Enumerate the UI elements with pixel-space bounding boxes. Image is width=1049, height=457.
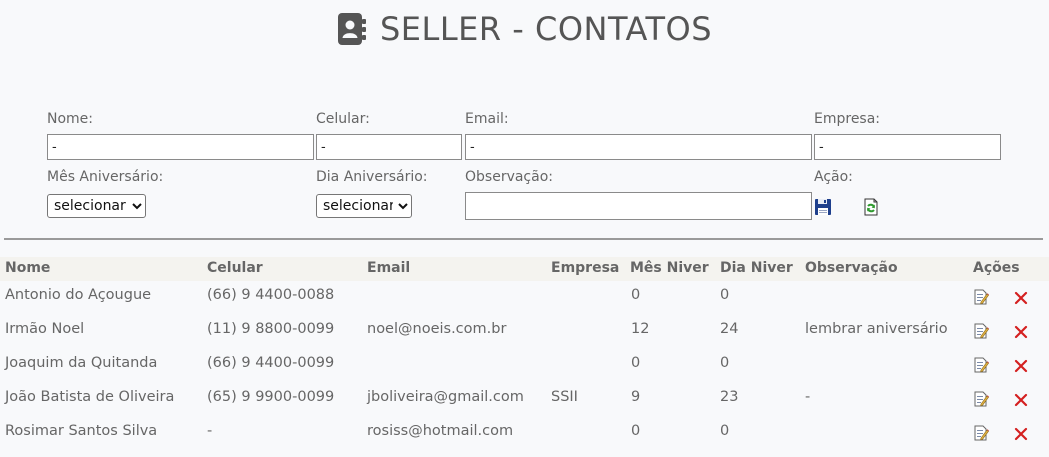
cell-dia: 0 bbox=[720, 355, 730, 371]
cell-empresa: SSII bbox=[551, 389, 578, 405]
page-title-text: SELLER - CONTATOS bbox=[379, 10, 712, 48]
contact-book-icon bbox=[337, 13, 367, 45]
cell-email: jboliveira@gmail.com bbox=[367, 389, 524, 405]
observacao-label: Observação: bbox=[465, 169, 553, 185]
cell-nome: Antonio do Açougue bbox=[5, 287, 152, 303]
observacao-input[interactable] bbox=[465, 192, 812, 220]
nome-input[interactable] bbox=[47, 134, 314, 160]
cell-celular: - bbox=[207, 423, 213, 439]
table-row: Irmão Noel (11) 9 8800-0099 noel@noeis.com… bbox=[0, 321, 1049, 355]
header-observacao: Observação bbox=[805, 260, 898, 276]
header-email: Email bbox=[367, 260, 411, 276]
floppy-save-icon[interactable] bbox=[814, 198, 832, 216]
header-celular: Celular bbox=[207, 260, 263, 276]
cell-mes: 0 bbox=[631, 423, 641, 439]
nome-label: Nome: bbox=[47, 111, 94, 127]
table-row: João Batista de Oliveira (65) 9 9900-0099… bbox=[0, 389, 1049, 423]
cell-obs: - bbox=[805, 389, 811, 405]
delete-x-icon[interactable] bbox=[1014, 290, 1028, 305]
cell-celular: (65) 9 9900-0099 bbox=[207, 389, 335, 405]
edit-note-icon[interactable] bbox=[973, 357, 989, 373]
acao-label: Ação: bbox=[814, 169, 853, 185]
header-acoes: Ações bbox=[973, 260, 1020, 276]
celular-input[interactable] bbox=[316, 134, 462, 160]
page-title: SELLER - CONTATOS bbox=[0, 10, 1049, 48]
cell-celular: (11) 9 8800-0099 bbox=[207, 321, 335, 337]
cell-email: noel@noeis.com.br bbox=[367, 321, 507, 337]
cell-nome: Joaquim da Quitanda bbox=[5, 355, 158, 371]
cell-email: rosiss@hotmail.com bbox=[367, 423, 514, 439]
empresa-input[interactable] bbox=[814, 134, 1001, 160]
table-row: Rosimar Santos Silva - rosiss@hotmail.com 0… bbox=[0, 423, 1049, 457]
cell-dia: 23 bbox=[720, 389, 739, 405]
header-empresa: Empresa bbox=[551, 260, 620, 276]
header-mes-niver: Mês Niver bbox=[630, 260, 709, 276]
empresa-label: Empresa: bbox=[814, 111, 881, 127]
delete-x-icon[interactable] bbox=[1014, 392, 1028, 407]
edit-note-icon[interactable] bbox=[973, 391, 989, 407]
dia-aniversario-select[interactable]: selecionar bbox=[316, 194, 412, 218]
cell-nome: Irmão Noel bbox=[5, 321, 85, 337]
cell-mes: 12 bbox=[631, 321, 650, 337]
cell-nome: João Batista de Oliveira bbox=[5, 389, 175, 405]
edit-note-icon[interactable] bbox=[973, 425, 989, 441]
celular-label: Celular: bbox=[316, 111, 370, 127]
mes-aniversario-select[interactable]: selecionar bbox=[47, 194, 146, 218]
cell-mes: 0 bbox=[631, 287, 641, 303]
delete-x-icon[interactable] bbox=[1014, 324, 1028, 339]
email-input[interactable] bbox=[465, 134, 812, 160]
header-nome: Nome bbox=[5, 260, 51, 276]
cell-celular: (66) 9 4400-0099 bbox=[207, 355, 335, 371]
mes-aniversario-label: Mês Aniversário: bbox=[47, 169, 164, 185]
edit-note-icon[interactable] bbox=[973, 289, 989, 305]
cell-dia: 0 bbox=[720, 287, 730, 303]
cell-mes: 9 bbox=[631, 389, 641, 405]
edit-note-icon[interactable] bbox=[973, 323, 989, 339]
refresh-icon[interactable] bbox=[862, 198, 880, 216]
header-dia-niver: Dia Niver bbox=[720, 260, 793, 276]
cell-celular: (66) 9 4400-0088 bbox=[207, 287, 335, 303]
delete-x-icon[interactable] bbox=[1014, 426, 1028, 441]
section-divider bbox=[4, 238, 1043, 240]
cell-dia: 24 bbox=[720, 321, 739, 337]
cell-mes: 0 bbox=[631, 355, 641, 371]
cell-obs: lembrar aniversário bbox=[805, 321, 948, 337]
email-label: Email: bbox=[465, 111, 509, 127]
table-row: Joaquim da Quitanda (66) 9 4400-0099 0 0 bbox=[0, 355, 1049, 389]
dia-aniversario-label: Dia Aniversário: bbox=[316, 169, 428, 185]
delete-x-icon[interactable] bbox=[1014, 358, 1028, 373]
cell-nome: Rosimar Santos Silva bbox=[5, 423, 158, 439]
cell-dia: 0 bbox=[720, 423, 730, 439]
table-row: Antonio do Açougue (66) 9 4400-0088 0 0 bbox=[0, 287, 1049, 321]
